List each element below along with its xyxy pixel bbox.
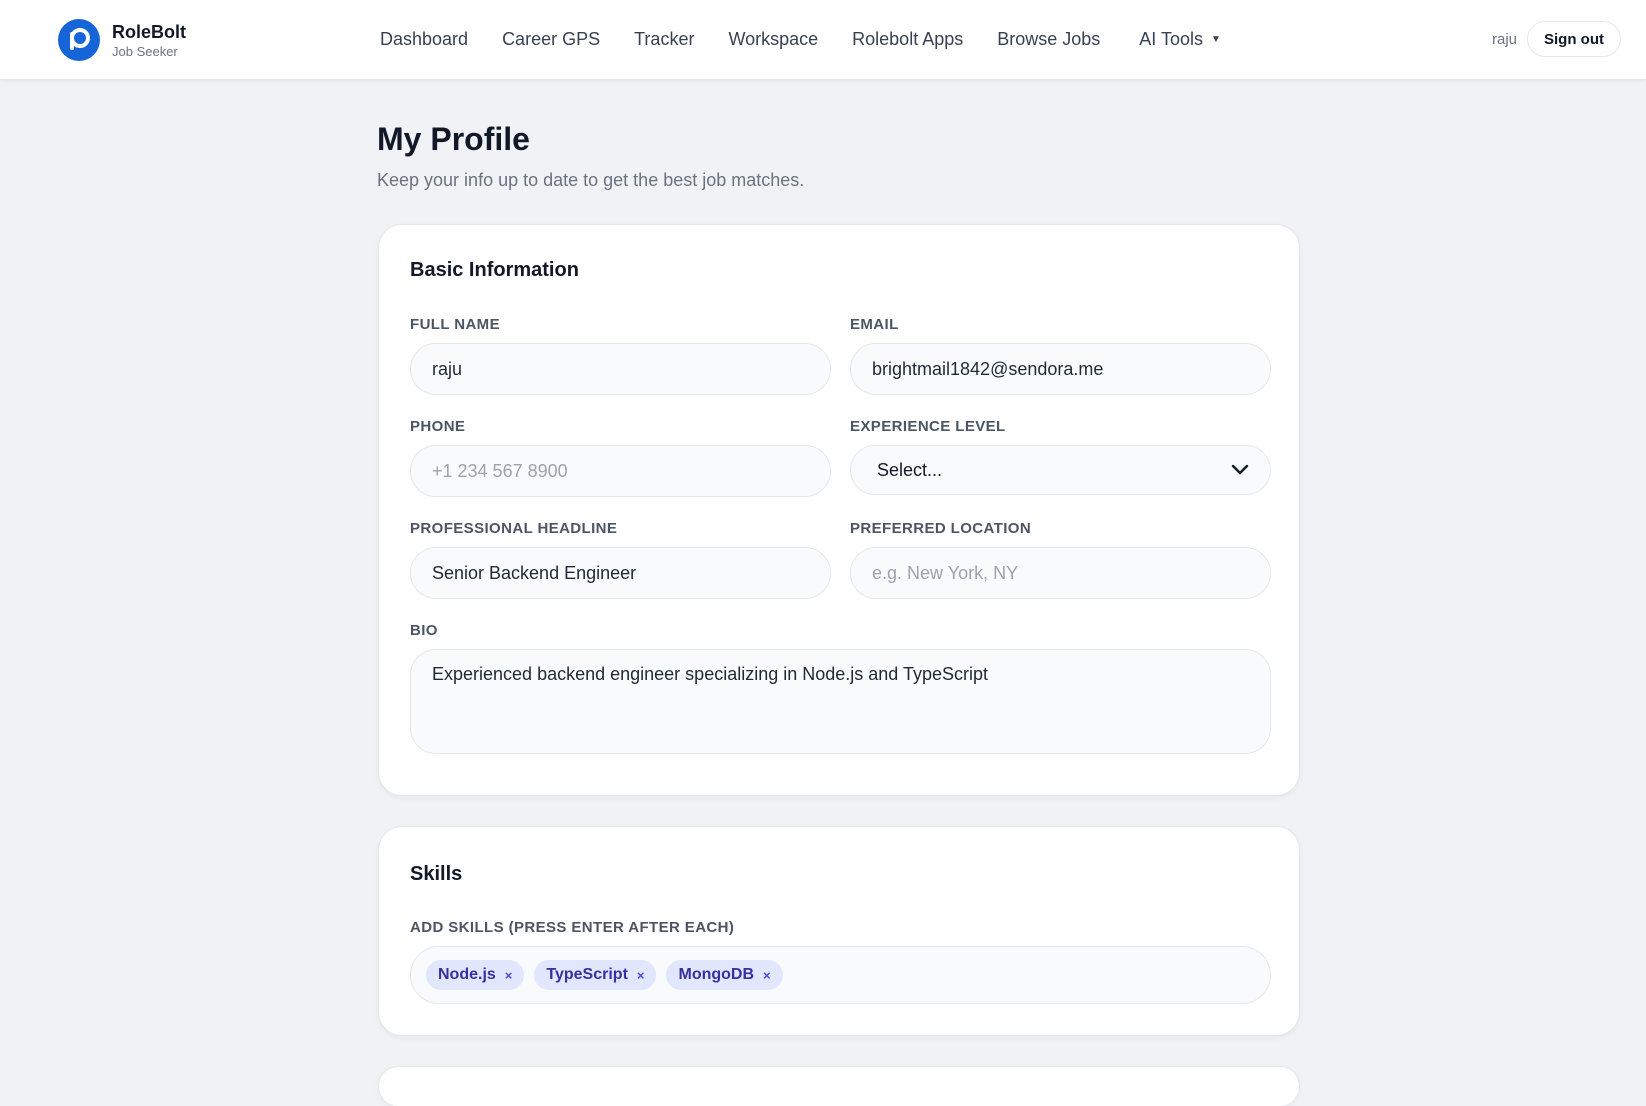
nav-workspace[interactable]: Workspace (728, 29, 818, 50)
skills-title: Skills (410, 863, 463, 885)
remove-skill-icon[interactable]: × (637, 968, 645, 983)
page-title: My Profile (377, 121, 530, 157)
skill-chip: MongoDB × (666, 960, 783, 990)
remove-skill-icon[interactable]: × (505, 968, 513, 983)
sign-out-button[interactable]: Sign out (1527, 21, 1621, 57)
headline-input[interactable]: Senior Backend Engineer (410, 547, 831, 599)
skill-chip-label: MongoDB (678, 966, 755, 983)
page-subtitle: Keep your info up to date to get the bes… (377, 170, 805, 190)
rolebolt-logo-icon (58, 19, 100, 61)
experience-level-value: Select... (877, 459, 943, 480)
preferred-location-label: PREFERRED LOCATION (850, 520, 1032, 537)
add-skills-label: ADD SKILLS (PRESS ENTER AFTER EACH) (410, 919, 735, 936)
skills-input[interactable]: Node.js × TypeScript × MongoDB × (410, 946, 1271, 1004)
user-area: raju Sign out (1492, 21, 1621, 57)
full-name-label: FULL NAME (410, 316, 500, 333)
full-name-input[interactable]: raju (410, 343, 831, 395)
phone-input[interactable]: +1 234 567 8900 (410, 445, 831, 497)
nav-career-gps[interactable]: Career GPS (502, 29, 600, 50)
skill-chip: TypeScript × (534, 960, 657, 990)
nav-ai-tools-label: AI Tools (1139, 29, 1203, 49)
brand[interactable]: RoleBolt Job Seeker (58, 19, 186, 61)
experience-level-select[interactable]: Select... (850, 445, 1271, 495)
nav-dashboard[interactable]: Dashboard (380, 29, 468, 50)
preferred-location-input[interactable]: e.g. New York, NY (850, 547, 1271, 599)
nav-browse-jobs[interactable]: Browse Jobs (997, 29, 1100, 50)
phone-label: PHONE (410, 418, 466, 435)
basic-information-title: Basic Information (410, 259, 579, 281)
skill-chip-label: TypeScript (546, 966, 628, 983)
email-label: EMAIL (850, 316, 899, 333)
skills-card: Skills ADD SKILLS (PRESS ENTER AFTER EAC… (378, 826, 1300, 1036)
experience-level-label: EXPERIENCE LEVEL (850, 418, 1006, 435)
basic-information-card: Basic Information FULL NAME raju EMAIL b… (378, 224, 1300, 796)
bio-textarea[interactable]: Experienced backend engineer specializin… (410, 649, 1271, 754)
brand-name: RoleBolt (112, 21, 186, 42)
caret-down-icon: ▼ (1210, 34, 1221, 45)
headline-label: PROFESSIONAL HEADLINE (410, 520, 618, 537)
nav-rolebolt-apps[interactable]: Rolebolt Apps (852, 29, 963, 50)
skill-chip-label: Node.js (438, 966, 496, 983)
nav-ai-tools-dropdown[interactable]: AI Tools ▼ (1139, 29, 1221, 50)
top-navbar: RoleBolt Job Seeker Dashboard Career GPS… (0, 0, 1646, 80)
main-nav: Dashboard Career GPS Tracker Workspace R… (380, 0, 1255, 79)
username: raju (1491, 30, 1517, 48)
nav-tracker[interactable]: Tracker (634, 29, 694, 50)
next-section-card (378, 1066, 1300, 1106)
chevron-down-icon (1231, 464, 1249, 476)
skill-chip: Node.js × (426, 960, 525, 990)
remove-skill-icon[interactable]: × (763, 968, 771, 983)
bio-label: BIO (410, 622, 438, 639)
brand-subtitle: Job Seeker (112, 43, 178, 59)
email-input[interactable]: brightmail1842@sendora.me (850, 343, 1271, 395)
